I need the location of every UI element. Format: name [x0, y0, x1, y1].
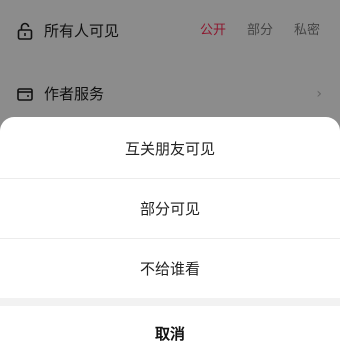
option-mutual-friends[interactable]: 互关朋友可见	[0, 118, 340, 178]
section-gap	[0, 298, 340, 306]
option-hide-from[interactable]: 不给谁看	[0, 238, 340, 298]
visibility-action-sheet: 互关朋友可见 部分可见 不给谁看 取消	[0, 117, 340, 361]
option-partially-visible[interactable]: 部分可见	[0, 178, 340, 238]
cancel-button[interactable]: 取消	[0, 306, 340, 361]
